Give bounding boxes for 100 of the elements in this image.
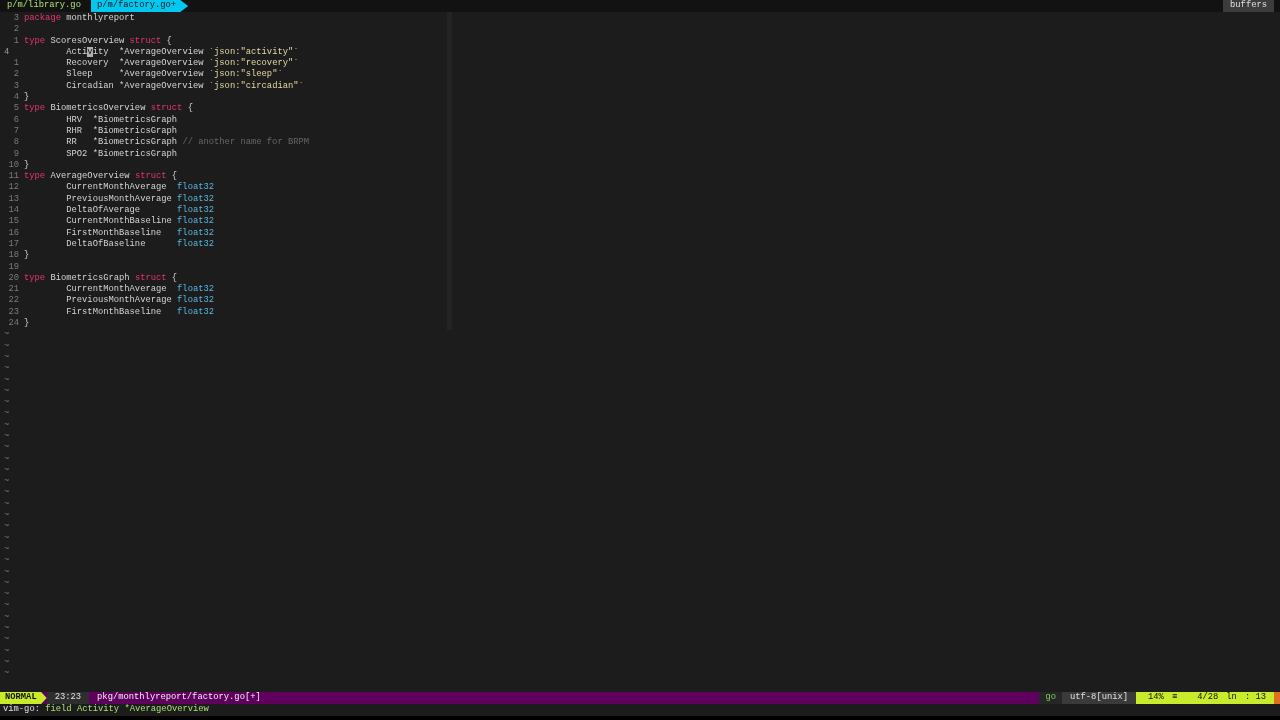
empty-line-marker: ~ [3, 600, 10, 612]
empty-line-marker: ~ [3, 408, 10, 420]
empty-line-marker: ~ [3, 577, 10, 590]
line-number: 1 [12, 58, 20, 70]
empty-line-marker: ~ [3, 464, 10, 477]
line-number: 23 [7, 306, 20, 318]
encoding-label: utf-8[unix] [1062, 692, 1137, 704]
empty-line-marker: ~ [3, 510, 10, 522]
code-line: type AverageOverview struct { [24, 171, 178, 182]
percent-label: 14% [1148, 692, 1164, 704]
line-number: 1 [12, 35, 20, 47]
line-icon: ln [1226, 692, 1237, 704]
line-number: 10 [7, 159, 20, 172]
line-number: 9 [12, 148, 20, 160]
code-line: PreviousMonthAverage float32 [65, 295, 215, 307]
empty-line-marker: ~ [3, 611, 10, 624]
code-line: } [24, 250, 30, 262]
code-line: type ScoresOverview struct { [24, 35, 172, 47]
empty-line-marker: ~ [3, 566, 10, 578]
line-number: 4 [3, 46, 11, 59]
empty-line-marker: ~ [3, 543, 10, 556]
line-number: 13 [7, 193, 20, 206]
line-number: 19 [7, 261, 20, 273]
buffers-label: buffers [1223, 0, 1274, 12]
message-text: field Activity *AverageOverview [44, 704, 209, 716]
code-line: DeltaOfAverage float32 [65, 205, 215, 216]
empty-line-marker: ~ [3, 374, 10, 386]
code-line: SPO2 *BiometricsGraph [65, 148, 178, 160]
empty-line-marker: ~ [3, 453, 10, 465]
message-prefix: vim-go: [3, 704, 40, 716]
empty-line-marker: ~ [3, 532, 10, 544]
filetype-label: go [1039, 692, 1062, 704]
empty-line-marker: ~ [3, 397, 10, 409]
line-number: 24 [7, 318, 20, 330]
line-number: 4 [12, 92, 20, 104]
line-number: 11 [7, 171, 20, 183]
buffer-tab[interactable]: p/m/factory.go+ [90, 0, 189, 12]
empty-line-marker: ~ [3, 656, 10, 669]
empty-line-marker: ~ [3, 476, 10, 488]
line-number: 16 [7, 227, 20, 239]
line-number: 17 [7, 238, 20, 251]
line-number: 22 [7, 295, 20, 307]
empty-line-marker: ~ [3, 487, 10, 499]
empty-line-marker: ~ [3, 351, 10, 364]
empty-line-marker: ~ [3, 431, 10, 443]
code-line: FirstMonthBaseline float32 [65, 227, 215, 239]
code-line: Circadian *AverageOverview `json:"circadian"` [65, 80, 304, 93]
code-line: CurrentMonthAverage float32 [65, 284, 215, 295]
line-number: 14 [7, 205, 20, 217]
code-line: RHR *BiometricsGraph [65, 125, 178, 137]
cursor-time: 23:23 [46, 692, 90, 704]
code-line: type BiometricsGraph struct { [24, 272, 178, 284]
code-line: Sleep *AverageOverview `json:"sleep"` [65, 69, 283, 81]
status-end-marker [1274, 692, 1280, 704]
percent-icon: ≡ [1171, 692, 1178, 704]
code-line: } [24, 159, 30, 172]
empty-line-marker: ~ [3, 385, 10, 398]
code-line: CurrentMonthAverage float32 [65, 182, 215, 194]
empty-line-marker: ~ [3, 419, 10, 431]
line-number: 3 [12, 80, 20, 93]
code-line: DeltaOfBaseline float32 [65, 238, 215, 251]
empty-line-marker: ~ [3, 521, 10, 533]
line-number: 20 [7, 272, 20, 285]
empty-line-marker: ~ [3, 442, 10, 454]
code-line: PreviousMonthAverage float32 [65, 193, 215, 205]
mode-indicator: NORMAL [0, 692, 47, 704]
code-line: package monthlyreport [24, 13, 135, 25]
column-label: : 13 [1244, 692, 1266, 704]
line-number: 18 [7, 250, 20, 262]
buffer-tab[interactable]: p/m/library.go [7, 0, 91, 12]
empty-line-marker: ~ [3, 623, 10, 635]
line-number: 12 [7, 182, 20, 194]
empty-line-marker: ~ [3, 498, 10, 511]
code-line: Recovery *AverageOverview `json:"recovery"` [65, 58, 299, 69]
empty-line-marker: ~ [3, 589, 10, 601]
empty-line-marker: ~ [3, 645, 10, 657]
line-number: 21 [7, 284, 20, 296]
code-line: type BiometricsOverview struct { [24, 103, 193, 115]
position-label: 4/28 [1197, 692, 1219, 704]
empty-line-marker: ~ [3, 634, 10, 646]
line-number: 6 [12, 114, 20, 126]
line-number: 8 [12, 137, 20, 149]
line-number: 2 [12, 24, 20, 36]
empty-line-marker: ~ [3, 329, 10, 341]
file-path: pkg/monthlyreport/factory.go[+] [96, 692, 262, 704]
line-number: 5 [12, 103, 20, 115]
empty-line-marker: ~ [3, 555, 10, 567]
empty-line-marker: ~ [3, 363, 10, 375]
code-line: } [24, 92, 30, 104]
empty-line-marker: ~ [3, 340, 10, 352]
line-number: 2 [12, 69, 20, 81]
code-line: } [24, 318, 30, 330]
empty-line-marker: ~ [3, 668, 10, 680]
code-line: HRV *BiometricsGraph [65, 114, 178, 126]
code-line: FirstMonthBaseline float32 [65, 306, 215, 318]
code-line: CurrentMonthBaseline float32 [65, 216, 215, 228]
line-number: 3 [12, 13, 20, 25]
code-line: RR *BiometricsGraph // another name for BRPM [65, 137, 310, 149]
line-number: 7 [12, 125, 20, 138]
line-number: 15 [7, 216, 20, 228]
